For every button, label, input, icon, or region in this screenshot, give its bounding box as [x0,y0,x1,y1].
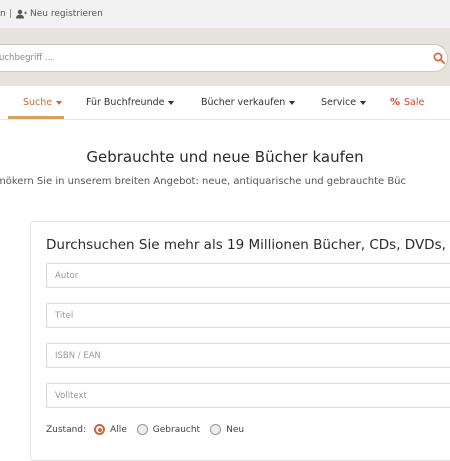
title-input[interactable] [55,309,450,322]
top-bar: n | Neu registrieren [0,0,450,28]
search-form-card: Durchsuchen Sie mehr als 19 Millionen Bü… [30,221,450,461]
author-field [46,263,450,288]
radio-neu-label: Neu [226,424,245,435]
topbar-separator: | [9,9,13,19]
condition-filter: Zustand: Alle Gebraucht Neu [46,424,254,435]
nav-active-indicator [8,116,64,119]
radio-gebraucht-label: Gebraucht [152,424,201,435]
author-input[interactable] [55,269,450,282]
nav-service-label: Service [321,97,357,108]
condition-label: Zustand: [46,424,87,435]
register-link[interactable]: Neu registrieren [16,9,103,19]
nav-fuer-buchfreunde-label: Für Buchfreunde [86,97,165,108]
main-nav: Suche Für Buchfreunde Bücher verkaufen S… [0,86,450,120]
form-heading: Durchsuchen Sie mehr als 19 Millionen Bü… [46,237,450,253]
nav-sale[interactable]: % Sale [390,97,424,108]
nav-suche-label: Suche [23,97,53,108]
title-field [46,303,450,328]
chevron-down-icon [168,100,175,105]
radio-gebraucht[interactable] [136,424,148,435]
search-band [0,28,450,86]
search-box [0,44,448,72]
isbn-input[interactable] [55,349,450,362]
radio-neu[interactable] [210,424,222,435]
nav-sale-label: Sale [404,97,425,108]
search-input[interactable] [0,51,389,65]
nav-buecher-verkaufen[interactable]: Bücher verkaufen [201,97,296,108]
nav-suche[interactable]: Suche [23,97,63,108]
isbn-field [46,343,450,368]
fulltext-input[interactable] [55,389,450,402]
condition-option-gebraucht[interactable]: Gebraucht [136,424,201,435]
radio-alle[interactable] [94,424,106,435]
nav-buecher-verkaufen-label: Bücher verkaufen [201,97,286,108]
register-label: Neu registrieren [30,9,103,19]
page-subtitle: mökern Sie in unserem breiten Angebot: n… [0,176,407,187]
chevron-down-icon [289,100,296,105]
condition-option-neu[interactable]: Neu [210,424,244,435]
nav-service[interactable]: Service [321,97,367,108]
radio-alle-label: Alle [110,424,127,435]
condition-option-alle[interactable]: Alle [94,424,127,435]
search-icon[interactable] [433,52,445,64]
fulltext-field [46,383,450,408]
login-link[interactable]: n [0,9,6,19]
nav-fuer-buchfreunde[interactable]: Für Buchfreunde [86,97,175,108]
chevron-down-icon [56,100,63,105]
chevron-down-icon [360,100,367,105]
user-plus-icon [16,9,27,19]
page-title: Gebrauchte und neue Bücher kaufen [86,148,364,166]
percent-icon: % [390,97,401,108]
